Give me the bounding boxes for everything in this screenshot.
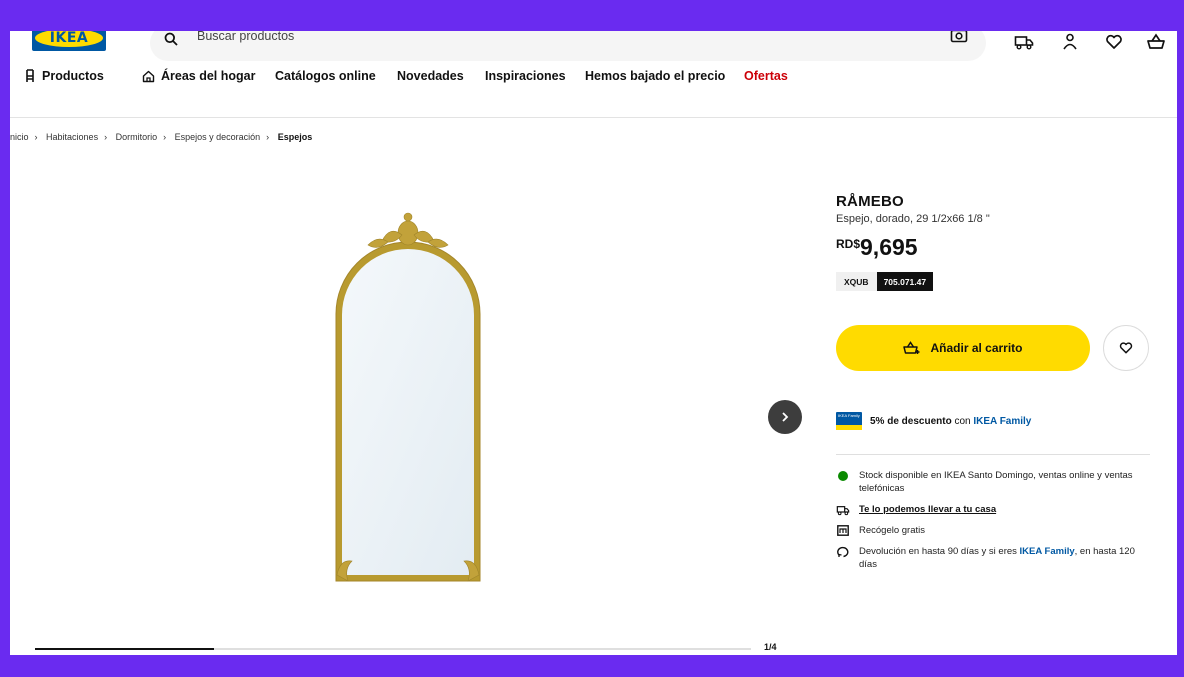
family-discount-amount: 5% de descuento (870, 415, 952, 427)
nav-item-label: Hemos bajado el precio (585, 69, 726, 83)
chevron-right-icon: › (163, 132, 167, 142)
price-amount: 9,695 (860, 234, 918, 260)
availability-stock: Stock disponible en IKEA Santo Domingo, … (836, 469, 1150, 495)
delivery-truck-icon (836, 506, 850, 516)
nav-item-ofertas[interactable]: Ofertas (744, 69, 788, 83)
breadcrumb-link-espejos-decoracion[interactable]: Espejos y decoración (175, 132, 261, 142)
family-card-text: IKEA Family (838, 413, 860, 418)
add-to-favourites-button[interactable] (1103, 325, 1149, 371)
nav-item-label: Áreas del hogar (161, 69, 256, 83)
chair-icon (26, 69, 34, 82)
nav-item-hemos-bajado[interactable]: Hemos bajado el precio (585, 69, 725, 83)
availability-list: Stock disponible en IKEA Santo Domingo, … (836, 469, 1150, 579)
nav-item-label: Ofertas (744, 69, 788, 83)
returns-text-before: Devolución en hasta 90 días y si eres (859, 546, 1017, 557)
product-description: Espejo, dorado, 29 1/2x66 1/8 " (836, 213, 990, 225)
browser-viewport: IKEA Buscar productos Productos Áreas de… (10, 31, 1177, 655)
gallery-progress-bar[interactable] (35, 648, 751, 650)
returns-family-link[interactable]: IKEA Family (1020, 546, 1075, 557)
nav-item-novedades[interactable]: Novedades (397, 69, 464, 83)
pickup-text: Recógelo gratis (859, 525, 926, 536)
product-price: RD$ 9,695 (836, 234, 1156, 260)
home-icon (142, 70, 155, 82)
product-image-mirror[interactable] (328, 209, 488, 589)
family-discount-text: 5% de descuento con IKEA Family (870, 416, 1031, 427)
chevron-right-icon: › (104, 132, 108, 142)
logo-text: IKEA (49, 31, 89, 46)
product-name: RÅMEBO (836, 193, 904, 210)
nav-item-catalogos[interactable]: Catálogos online (275, 69, 376, 83)
nav-item-areas-hogar[interactable]: Áreas del hogar (142, 69, 255, 83)
site-header: IKEA Buscar productos (10, 31, 1177, 61)
add-to-cart-button[interactable]: Añadir al carrito (836, 325, 1090, 371)
delivery-link[interactable]: Te lo podemos llevar a tu casa (859, 503, 996, 516)
add-to-cart-icon (903, 341, 920, 354)
breadcrumb-link-habitaciones[interactable]: Habitaciones (46, 132, 98, 142)
shopping-bag-icon[interactable] (1146, 33, 1166, 51)
nav-item-label: Productos (42, 69, 104, 83)
nav-item-productos[interactable]: Productos (24, 69, 104, 83)
breadcrumb-link-inicio[interactable]: nicio (10, 132, 29, 142)
product-info: RÅMEBO Espejo, dorado, 29 1/2x66 1/8 " R… (836, 193, 1156, 570)
price-currency: RD$ (836, 237, 861, 251)
breadcrumb-current: Espejos (277, 132, 313, 142)
family-discount[interactable]: IKEA Family 5% de descuento con IKEA Fam… (836, 412, 1031, 430)
chevron-right-icon: › (266, 132, 270, 142)
availability-pickup: Recógelo gratis (836, 524, 1150, 537)
nav-item-label: Inspiraciones (485, 69, 566, 83)
stock-status-dot-icon (838, 471, 848, 481)
chevron-right-icon: › (34, 132, 38, 142)
gallery-progress-fill (35, 648, 214, 650)
camera-icon[interactable] (950, 31, 968, 43)
user-icon[interactable] (1060, 33, 1080, 51)
returns-icon (836, 546, 848, 558)
availability-delivery[interactable]: Te lo podemos llevar a tu casa (836, 503, 1150, 516)
nav-item-label: Novedades (397, 69, 464, 83)
breadcrumb: nicio › Habitaciones › Dormitorio › Espejos… (10, 132, 312, 142)
stock-text: Stock disponible en IKEA Santo Domingo, … (859, 470, 1133, 494)
article-number: XQUB 705.071.47 (836, 272, 1156, 291)
article-number-value: 705.071.47 (876, 272, 934, 291)
chevron-right-icon (782, 412, 789, 422)
store-icon (837, 525, 849, 536)
search-icon (164, 32, 178, 46)
ikea-family-card-icon: IKEA Family (836, 412, 862, 430)
delivery-truck-icon[interactable] (1014, 33, 1034, 51)
header-divider (10, 117, 1177, 118)
availability-returns: Devolución en hasta 90 días y si eres IK… (836, 545, 1150, 571)
ikea-logo[interactable]: IKEA (32, 31, 106, 51)
article-code: XQUB (836, 272, 877, 291)
next-image-button[interactable] (768, 400, 802, 434)
family-link[interactable]: IKEA Family (973, 416, 1031, 427)
heart-icon[interactable] (1104, 33, 1124, 51)
family-con: con (954, 415, 971, 427)
breadcrumb-link-dormitorio[interactable]: Dormitorio (116, 132, 158, 142)
heart-icon (1119, 342, 1133, 354)
search-input[interactable]: Buscar productos (197, 31, 294, 43)
section-divider (836, 454, 1150, 455)
nav-item-label: Catálogos online (275, 69, 376, 83)
nav-item-inspiraciones[interactable]: Inspiraciones (485, 69, 566, 83)
main-nav: Productos Áreas del hogar Catálogos onli… (10, 69, 1177, 97)
gallery-pager: 1/4 (764, 642, 777, 652)
returns-text: Devolución en hasta 90 días y si eres IK… (859, 545, 1150, 571)
search-bar[interactable]: Buscar productos (150, 31, 986, 61)
add-to-cart-label: Añadir al carrito (930, 341, 1023, 355)
